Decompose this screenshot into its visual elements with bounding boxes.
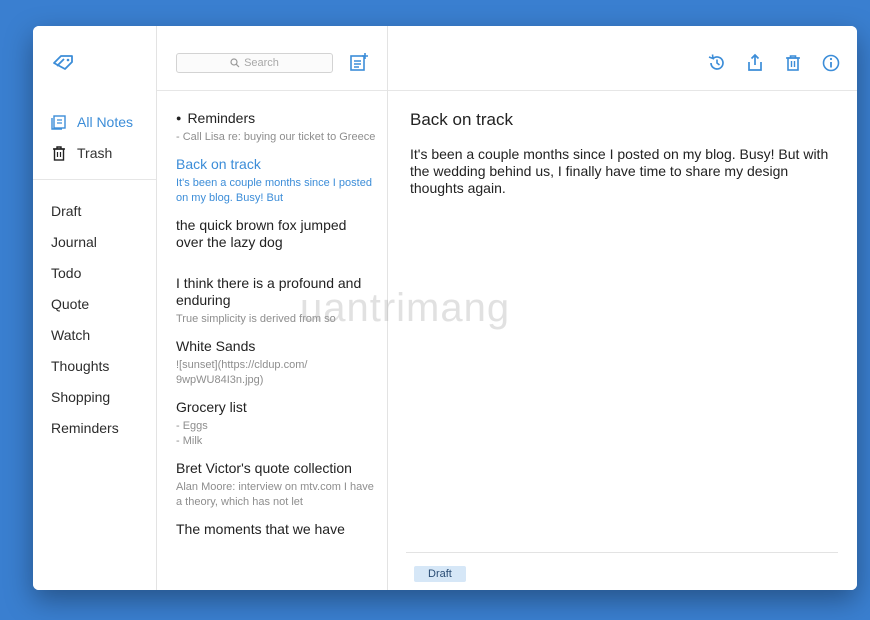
editor-toolbar: [707, 53, 841, 73]
note-heading[interactable]: Back on track: [410, 110, 513, 130]
note-body[interactable]: It's been a couple months since I posted…: [410, 146, 840, 197]
sidebar-item-trash[interactable]: Trash: [33, 137, 156, 168]
sidebar-tag-quote[interactable]: Quote: [33, 289, 156, 320]
list-item[interactable]: ● Reminders - Call Lisa re: buying our ti…: [176, 110, 376, 145]
trash-icon: [53, 145, 65, 161]
sidebar-tag-thoughts[interactable]: Thoughts: [33, 351, 156, 382]
note-title: White Sands: [176, 338, 256, 354]
note-title: The moments that we have: [176, 521, 345, 537]
note-preview: - Eggs - Milk: [176, 420, 208, 447]
note-preview: - Call Lisa re: buying our ticket to Gre…: [176, 131, 376, 143]
share-icon[interactable]: [745, 53, 765, 73]
note-preview: It's been a couple months since I posted…: [176, 177, 372, 204]
list-item[interactable]: White Sands ![sunset](https://cldup.com/…: [176, 338, 376, 388]
note-title: the quick brown fox jumped over the lazy…: [176, 217, 347, 250]
sidebar-item-label: All Notes: [77, 113, 134, 130]
watermark: uantrimang: [300, 286, 511, 330]
sidebar: All Notes Trash Draft Journal Todo Quote…: [33, 26, 157, 590]
bullet-icon: ●: [176, 113, 182, 123]
list-item[interactable]: The moments that we have: [176, 521, 376, 538]
tag-chip-draft[interactable]: Draft: [414, 566, 466, 582]
trash-icon[interactable]: [783, 53, 803, 73]
sidebar-divider: [33, 179, 156, 180]
sidebar-tag-todo[interactable]: Todo: [33, 258, 156, 289]
info-icon[interactable]: [821, 53, 841, 73]
sidebar-tag-journal[interactable]: Journal: [33, 227, 156, 258]
editor-divider: [388, 90, 857, 91]
history-icon[interactable]: [707, 53, 727, 73]
sidebar-item-all-notes[interactable]: All Notes: [33, 106, 156, 137]
note-preview: ![sunset](https://cldup.com/ 9wpWU84I3n.…: [176, 359, 308, 386]
note-preview: Alan Moore: interview on mtv.com I have …: [176, 481, 374, 508]
note-title: ● Reminders: [176, 110, 376, 127]
list-item[interactable]: Bret Victor's quote collection Alan Moor…: [176, 460, 376, 510]
list-item-selected[interactable]: Back on track It's been a couple months …: [176, 156, 376, 206]
notes-icon: [51, 114, 66, 130]
tag-icon[interactable]: [52, 54, 74, 72]
search-icon: [230, 58, 240, 68]
search-input[interactable]: Search: [176, 53, 333, 73]
sidebar-primary: All Notes Trash: [33, 106, 156, 168]
sidebar-tag-watch[interactable]: Watch: [33, 320, 156, 351]
list-item[interactable]: the quick brown fox jumped over the lazy…: [176, 217, 376, 251]
note-title: Grocery list: [176, 399, 247, 415]
sidebar-item-label: Trash: [77, 144, 113, 161]
sidebar-tag-shopping[interactable]: Shopping: [33, 382, 156, 413]
search-placeholder: Search: [244, 57, 279, 69]
note-title: Bret Victor's quote collection: [176, 460, 352, 476]
list-divider: [157, 90, 387, 91]
sidebar-tag-draft[interactable]: Draft: [33, 196, 156, 227]
new-note-icon[interactable]: [349, 52, 369, 72]
footer-divider: [406, 552, 838, 553]
sidebar-tag-reminders[interactable]: Reminders: [33, 413, 156, 444]
note-title: Back on track: [176, 156, 261, 172]
note-title-text: Reminders: [187, 110, 256, 126]
list-item[interactable]: Grocery list - Eggs - Milk: [176, 399, 376, 449]
tag-list: Draft Journal Todo Quote Watch Thoughts …: [33, 196, 156, 444]
